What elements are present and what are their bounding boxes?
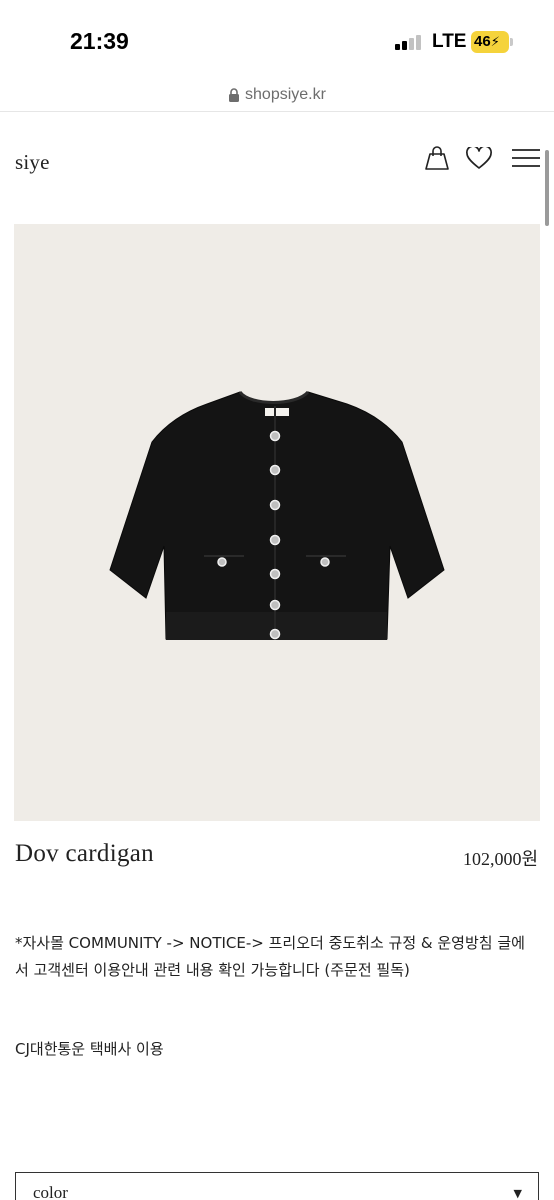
signal-icon: [395, 34, 423, 50]
product-price: 102,000원: [462, 849, 538, 869]
product-name: Dov cardigan: [15, 840, 154, 867]
lock-icon: [229, 87, 240, 102]
site-logo[interactable]: siye: [15, 150, 50, 175]
url-text: shopsiye.kr: [245, 86, 326, 103]
shopping-bag-icon[interactable]: [424, 145, 450, 171]
color-select[interactable]: color ▼: [15, 1172, 539, 1200]
menu-icon[interactable]: [511, 148, 541, 168]
status-time: 21:39: [70, 28, 129, 54]
url-bar[interactable]: shopsiye.kr: [0, 80, 554, 112]
battery-level: 46: [474, 33, 491, 50]
color-select-label: color: [33, 1183, 68, 1200]
chevron-down-icon: ▼: [513, 1187, 522, 1200]
battery-tip: [510, 38, 513, 46]
courier-text: CJ대한통운 택배사 이용: [15, 1040, 164, 1058]
heart-icon[interactable]: [466, 147, 492, 170]
battery-icon: 46⚡: [471, 31, 509, 53]
cardigan-image: [109, 390, 445, 640]
product-image[interactable]: [14, 224, 540, 821]
notice-text: *자사몰 COMMUNITY -> NOTICE-> 프리오더 중도취소 규정 …: [15, 934, 525, 979]
scrollbar[interactable]: [545, 150, 549, 226]
status-bar: 21:39 LTE 46⚡: [0, 0, 554, 80]
network-label: LTE: [432, 31, 467, 52]
